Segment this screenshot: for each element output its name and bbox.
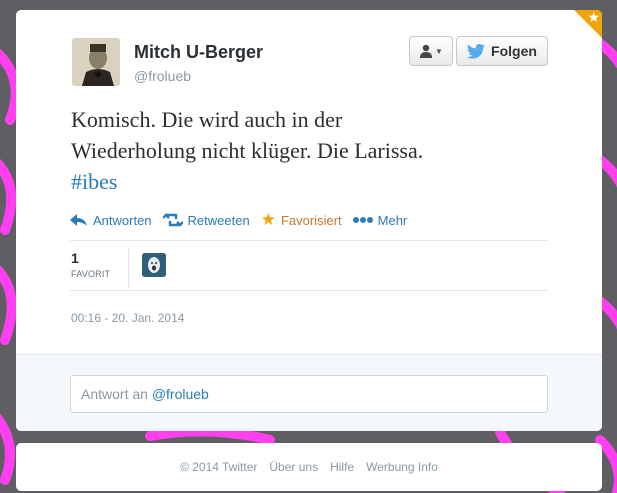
- follow-label: Folgen: [491, 43, 537, 59]
- favoriter-avatar[interactable]: [142, 253, 166, 277]
- author-handle[interactable]: @froluеb: [134, 68, 191, 84]
- footer-link-ads-info[interactable]: Werbung Info: [366, 460, 438, 474]
- retweet-label: Retweeten: [187, 212, 250, 228]
- reply-label: Antworten: [93, 212, 152, 228]
- follow-button[interactable]: Folgen: [456, 36, 548, 66]
- retweet-action[interactable]: Retweeten: [162, 210, 250, 230]
- favorites-label: FAVORIT: [71, 269, 111, 279]
- favorites-count[interactable]: 1: [71, 250, 79, 266]
- footer-link-help[interactable]: Hilfe: [330, 460, 354, 474]
- tweet-text: Komisch. Die wird auch in der Wiederholu…: [71, 104, 571, 197]
- divider: [70, 240, 548, 241]
- reply-icon: [70, 213, 88, 227]
- user-actions-button[interactable]: ▼: [409, 36, 453, 66]
- favorite-label: Favorisiert: [280, 212, 342, 228]
- reply-mention: @froluеb: [151, 386, 209, 402]
- more-action[interactable]: Mehr: [352, 210, 408, 230]
- reply-prefix: Antwort an: [81, 386, 152, 402]
- reply-area: Antwort an @froluеb: [16, 354, 602, 431]
- star-icon: ★: [587, 10, 600, 25]
- twitter-bird-icon: [467, 43, 486, 59]
- favorite-action[interactable]: ★ Favorisiert: [261, 210, 342, 230]
- reply-action[interactable]: Antworten: [70, 210, 152, 230]
- more-label: Mehr: [377, 212, 408, 228]
- retweet-icon: [162, 213, 183, 227]
- hashtag-link[interactable]: #ibes: [71, 166, 571, 197]
- star-icon: ★: [260, 210, 276, 229]
- reply-input[interactable]: Antwort an @froluеb: [70, 375, 548, 413]
- divider: [128, 248, 129, 288]
- footer-copyright: © 2014 Twitter: [180, 460, 258, 474]
- author-name[interactable]: Mitch U-Berger: [134, 42, 263, 63]
- tweet-timestamp[interactable]: 00:16 - 20. Jan. 2014: [71, 311, 184, 325]
- footer-link-about[interactable]: Über uns: [269, 460, 318, 474]
- more-icon: [352, 216, 373, 224]
- divider: [70, 290, 548, 291]
- footer: © 2014 Twitter Über uns Hilfe Werbung In…: [16, 443, 602, 491]
- tweet-card: ★ Mitch U-Berger @froluеb ▼ Folgen Komis…: [16, 10, 602, 431]
- tweet-text-line: Komisch. Die wird auch in der: [71, 107, 343, 132]
- tweet-text-line: Wiederholung nicht klüger. Die Larissa.: [71, 138, 424, 163]
- person-icon: [420, 44, 433, 58]
- chevron-down-icon: ▼: [435, 46, 443, 56]
- tweet-actions: Antworten Retweeten ★ Favorisiert Mehr: [70, 210, 418, 230]
- avatar[interactable]: [72, 38, 120, 86]
